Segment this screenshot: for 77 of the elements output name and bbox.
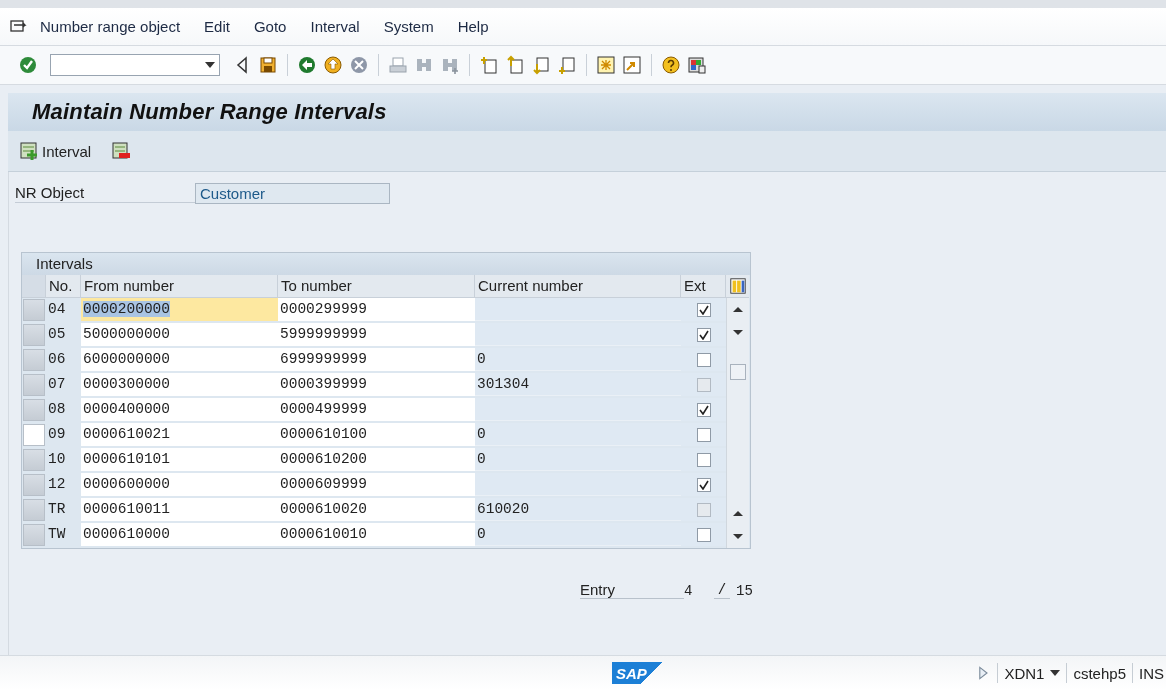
- nr-object-field[interactable]: Customer: [195, 182, 390, 204]
- shortcut-icon[interactable]: [622, 55, 642, 75]
- menu-item[interactable]: System: [371, 18, 446, 35]
- first-page-icon[interactable]: [479, 55, 499, 75]
- print-icon[interactable]: [388, 55, 408, 75]
- table-cell: 0: [477, 351, 486, 367]
- cancel-icon[interactable]: [349, 55, 369, 75]
- menu-item[interactable]: Edit: [192, 18, 242, 35]
- system-name: XDN1: [1004, 664, 1045, 682]
- menu-item[interactable]: Number range object: [28, 18, 193, 35]
- menu-item[interactable]: Interval: [298, 18, 372, 35]
- delete-interval-icon[interactable]: [111, 141, 132, 161]
- new-session-icon[interactable]: [596, 55, 616, 75]
- ext-checkbox[interactable]: [696, 327, 711, 342]
- table-cell: 0: [477, 451, 486, 467]
- entry-separator: /: [714, 582, 730, 599]
- exit-icon[interactable]: [323, 55, 343, 75]
- table-title: Intervals: [22, 253, 750, 275]
- to-number-field[interactable]: 0000610010: [278, 523, 475, 546]
- to-number-field[interactable]: 0000610100: [278, 423, 475, 446]
- table-cell: 301304: [477, 376, 530, 392]
- column-header[interactable]: Ext: [681, 275, 726, 298]
- to-number-field[interactable]: 0000499999: [278, 398, 475, 421]
- layout-icon[interactable]: [687, 55, 707, 75]
- from-number-field[interactable]: 0000200000: [81, 298, 278, 321]
- sap-logo: SAP: [612, 662, 662, 684]
- ext-checkbox[interactable]: [696, 452, 711, 467]
- back-icon[interactable]: [297, 55, 317, 75]
- ext-checkbox[interactable]: [696, 352, 711, 367]
- column-header[interactable]: Current number: [475, 275, 681, 298]
- from-number-field[interactable]: 0000610021: [81, 423, 278, 446]
- row-selector[interactable]: [23, 424, 45, 446]
- from-number-field[interactable]: 0000610000: [81, 523, 278, 546]
- table-settings-icon[interactable]: [728, 277, 747, 295]
- from-number-field[interactable]: 0000400000: [81, 398, 278, 421]
- ext-checkbox[interactable]: [696, 302, 711, 317]
- from-number-field[interactable]: 0000600000: [81, 473, 278, 496]
- table-cell: 0: [477, 526, 486, 542]
- dropdown-icon: [205, 62, 215, 68]
- column-header[interactable]: From number: [81, 275, 278, 298]
- to-number-field[interactable]: 0000609999: [278, 473, 475, 496]
- screen-title: Maintain Number Range Intervals: [32, 99, 387, 125]
- dropdown-icon[interactable]: [1050, 670, 1061, 676]
- command-field[interactable]: [50, 54, 220, 76]
- ext-checkbox[interactable]: [696, 402, 711, 417]
- menu-item[interactable]: Help: [445, 18, 501, 35]
- from-number-field[interactable]: 6000000000: [81, 348, 278, 371]
- next-page-icon[interactable]: [531, 55, 551, 75]
- to-number-field[interactable]: 6999999999: [278, 348, 475, 371]
- to-number-field[interactable]: 0000299999: [278, 298, 475, 321]
- last-page-icon[interactable]: [557, 55, 577, 75]
- insert-mode: INS: [1139, 664, 1164, 682]
- save-icon[interactable]: [258, 55, 278, 75]
- menu-item[interactable]: Goto: [241, 18, 299, 35]
- server-name: cstehp5: [1073, 664, 1126, 682]
- ext-checkbox[interactable]: [696, 427, 711, 442]
- scrollbar[interactable]: [726, 298, 749, 548]
- ext-checkbox[interactable]: [696, 477, 711, 492]
- to-number-field[interactable]: 0000610200: [278, 448, 475, 471]
- to-number-field[interactable]: 5999999999: [278, 323, 475, 346]
- add-interval-icon: [20, 141, 40, 161]
- interval-button[interactable]: Interval: [20, 141, 92, 161]
- scroll-thumb[interactable]: [730, 364, 746, 380]
- entry-label: Entry: [580, 581, 684, 599]
- ext-checkbox[interactable]: [696, 527, 711, 542]
- previous-page-icon[interactable]: [505, 55, 525, 75]
- entry-total: 15: [736, 583, 753, 599]
- field-label: NR Object: [15, 183, 195, 203]
- column-header[interactable]: No.: [46, 275, 81, 298]
- check-icon[interactable]: [18, 55, 38, 75]
- table-cell: 0: [477, 426, 486, 442]
- from-number-field[interactable]: 0000610101: [81, 448, 278, 471]
- table-cell: 610020: [477, 501, 530, 517]
- column-header[interactable]: To number: [278, 275, 475, 298]
- entry-current: 4: [684, 583, 694, 599]
- from-number-field[interactable]: 5000000000: [81, 323, 278, 346]
- help-icon[interactable]: [661, 55, 681, 75]
